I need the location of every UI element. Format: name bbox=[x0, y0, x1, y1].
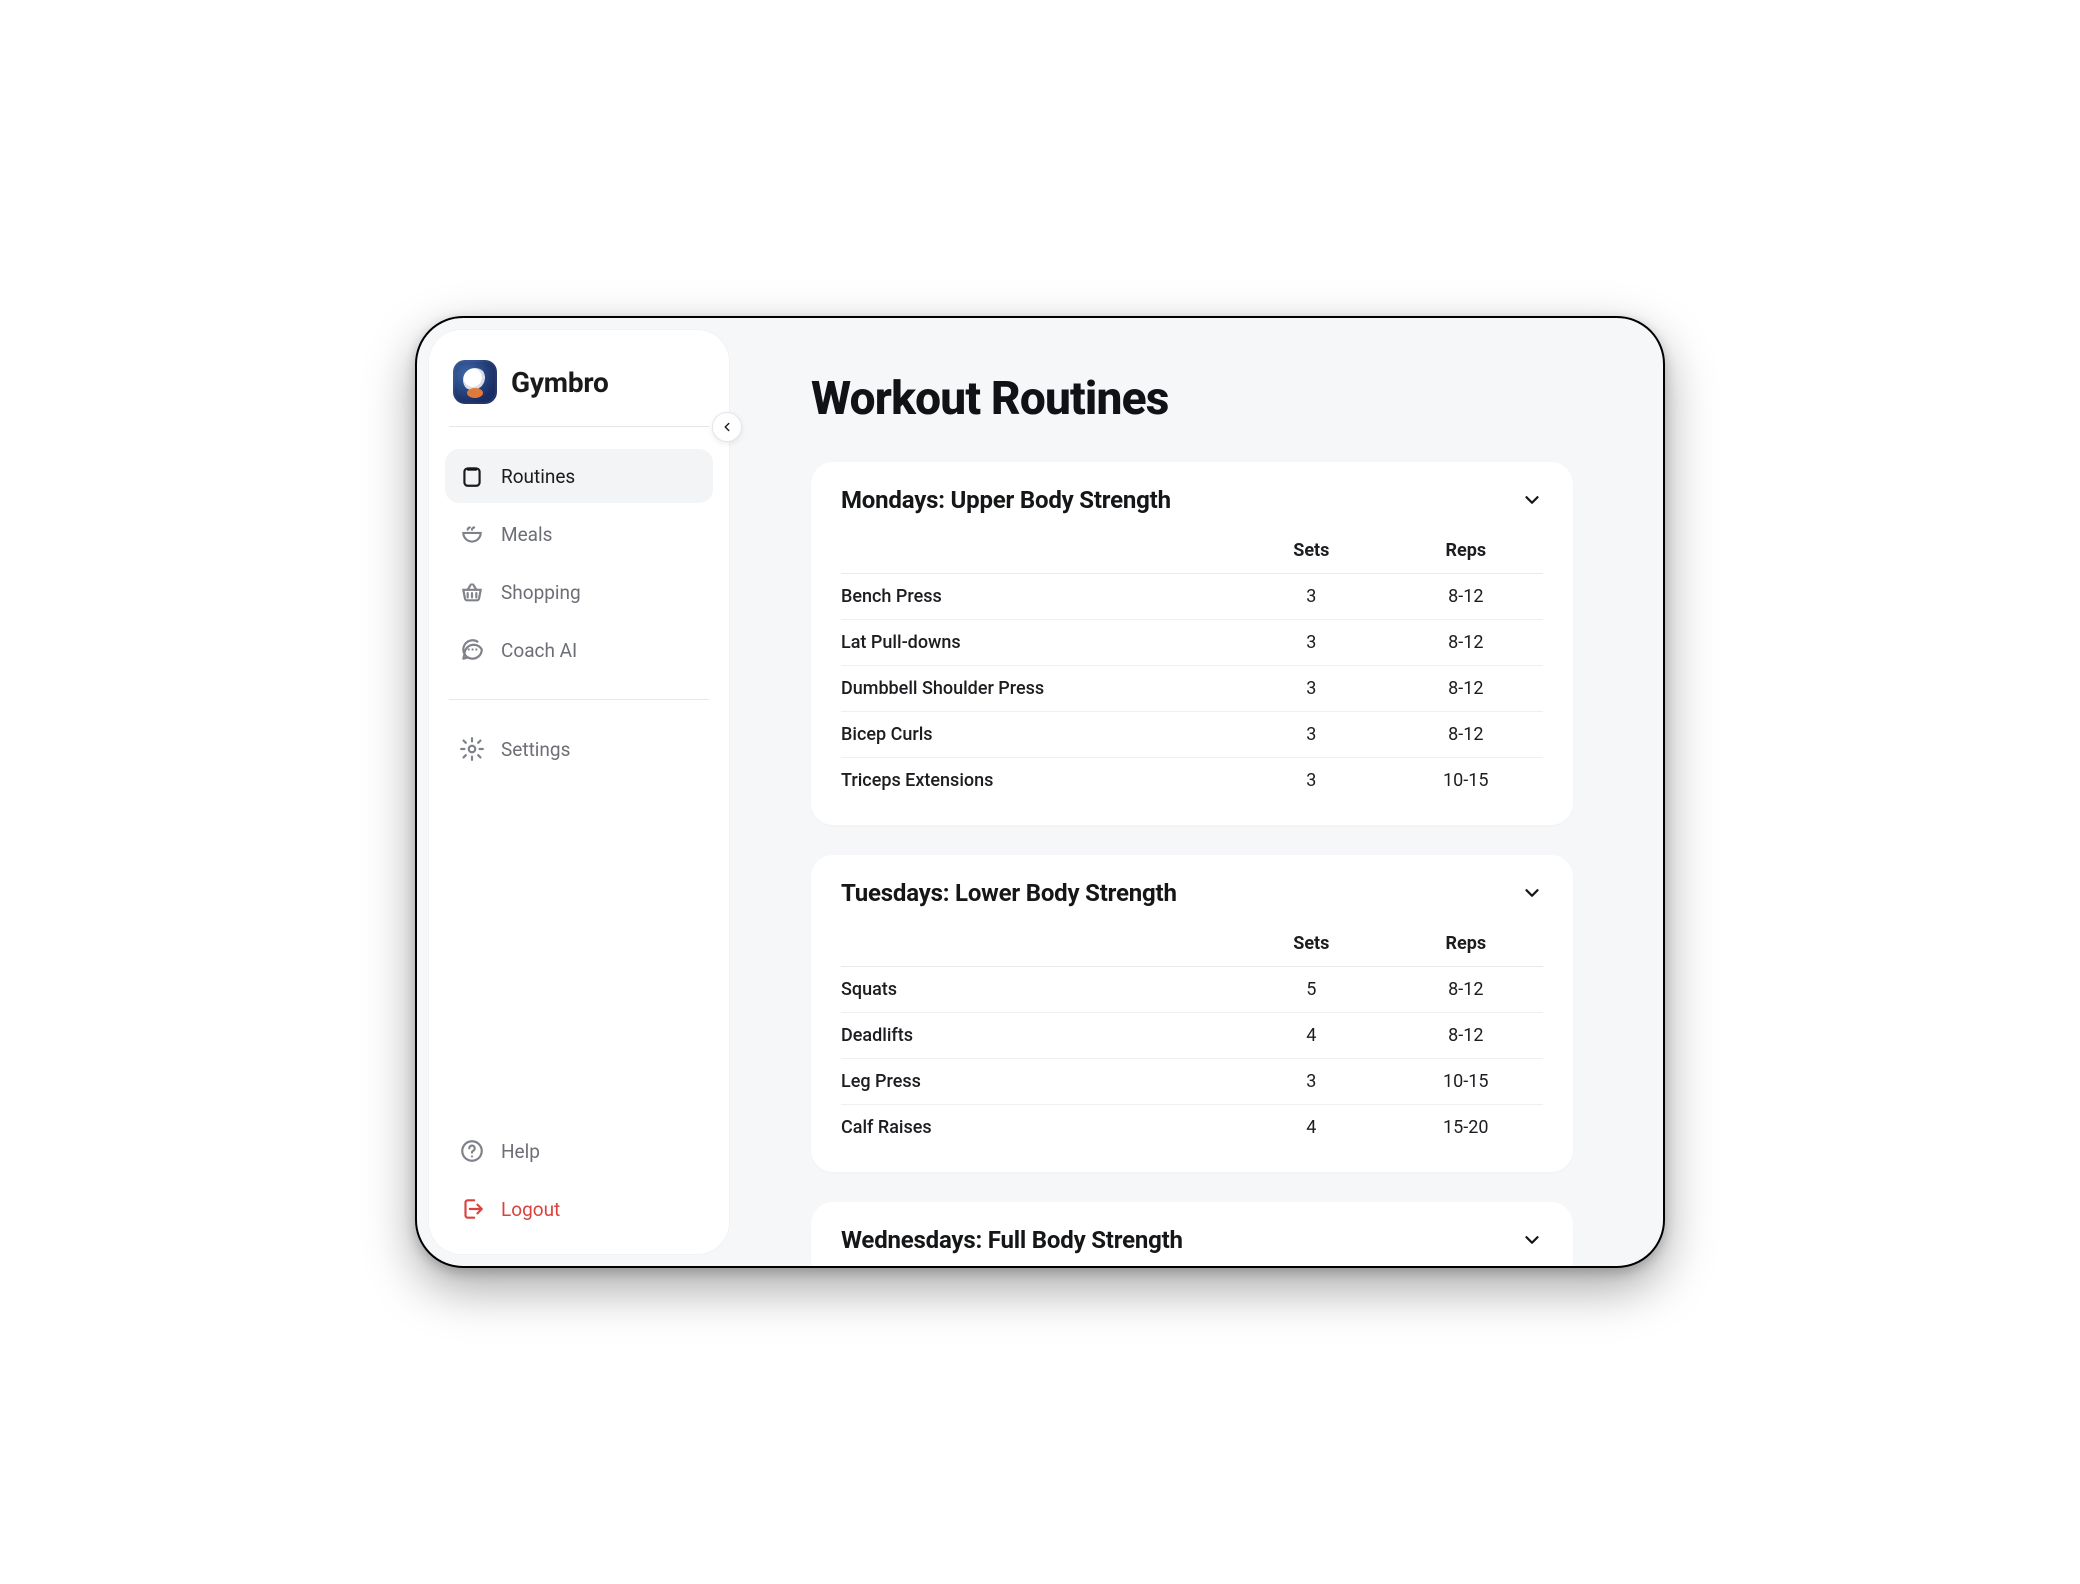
brand-logo bbox=[453, 360, 497, 404]
chat-icon bbox=[459, 637, 485, 663]
table-row: Leg Press 3 10-15 bbox=[841, 1059, 1543, 1105]
table-header-reps: Reps bbox=[1389, 919, 1543, 967]
exercise-sets: 3 bbox=[1234, 574, 1388, 620]
table-row: Bicep Curls 3 8-12 bbox=[841, 712, 1543, 758]
routine-card: Tuesdays: Lower Body Strength Sets Reps … bbox=[811, 855, 1573, 1172]
exercise-reps: 8-12 bbox=[1389, 574, 1543, 620]
sidebar: Gymbro Routines Meals Shopping Coach AI Set… bbox=[429, 330, 729, 1254]
table-row: Dumbbell Shoulder Press 3 8-12 bbox=[841, 666, 1543, 712]
chevron-down-icon bbox=[1521, 489, 1543, 511]
brand: Gymbro bbox=[445, 354, 713, 404]
sidebar-item-help[interactable]: Help bbox=[445, 1124, 713, 1178]
table-row: Lat Pull-downs 3 8-12 bbox=[841, 620, 1543, 666]
routine-title: Tuesdays: Lower Body Strength bbox=[841, 879, 1177, 907]
exercise-name: Dumbbell Shoulder Press bbox=[841, 666, 1234, 712]
routine-card: Wednesdays: Full Body Strength bbox=[811, 1202, 1573, 1266]
table-row: Deadlifts 4 8-12 bbox=[841, 1013, 1543, 1059]
exercise-name: Bench Press bbox=[841, 574, 1234, 620]
sidebar-item-label: Logout bbox=[501, 1198, 560, 1221]
routines-list: Mondays: Upper Body Strength Sets Reps B… bbox=[811, 462, 1573, 1266]
exercise-sets: 4 bbox=[1234, 1013, 1388, 1059]
table-header-reps: Reps bbox=[1389, 526, 1543, 574]
exercise-sets: 3 bbox=[1234, 666, 1388, 712]
exercise-sets: 5 bbox=[1234, 967, 1388, 1013]
exercise-sets: 3 bbox=[1234, 620, 1388, 666]
collapse-sidebar-button[interactable] bbox=[712, 412, 742, 442]
exercise-name: Triceps Extensions bbox=[841, 758, 1234, 804]
nav-main: Routines Meals Shopping Coach AI bbox=[445, 449, 713, 677]
table-row: Calf Raises 4 15-20 bbox=[841, 1105, 1543, 1151]
exercise-reps: 10-15 bbox=[1389, 1059, 1543, 1105]
chevron-down-icon bbox=[1521, 882, 1543, 904]
table-header-name bbox=[841, 919, 1234, 967]
sidebar-item-label: Routines bbox=[501, 465, 575, 488]
exercise-name: Squats bbox=[841, 967, 1234, 1013]
basket-icon bbox=[459, 579, 485, 605]
exercise-reps: 8-12 bbox=[1389, 620, 1543, 666]
exercise-table: Sets Reps Bench Press 3 8-12 Lat Pull-do… bbox=[841, 526, 1543, 803]
exercise-reps: 8-12 bbox=[1389, 1013, 1543, 1059]
exercise-sets: 4 bbox=[1234, 1105, 1388, 1151]
sidebar-item-settings[interactable]: Settings bbox=[445, 722, 713, 776]
table-row: Triceps Extensions 3 10-15 bbox=[841, 758, 1543, 804]
exercise-sets: 3 bbox=[1234, 1059, 1388, 1105]
routine-title: Wednesdays: Full Body Strength bbox=[841, 1226, 1183, 1254]
chevron-left-icon bbox=[720, 420, 734, 434]
sidebar-item-routines[interactable]: Routines bbox=[445, 449, 713, 503]
routine-card-header[interactable]: Mondays: Upper Body Strength bbox=[841, 486, 1543, 520]
table-header-sets: Sets bbox=[1234, 919, 1388, 967]
sidebar-item-label: Shopping bbox=[501, 581, 581, 604]
table-row: Bench Press 3 8-12 bbox=[841, 574, 1543, 620]
routine-card-header[interactable]: Tuesdays: Lower Body Strength bbox=[841, 879, 1543, 913]
page-title: Workout Routines bbox=[811, 372, 1573, 426]
help-icon bbox=[459, 1138, 485, 1164]
exercise-sets: 3 bbox=[1234, 758, 1388, 804]
chevron-down-icon bbox=[1521, 1229, 1543, 1251]
brand-name: Gymbro bbox=[511, 366, 609, 399]
nav-secondary: Settings bbox=[445, 722, 713, 776]
routine-card: Mondays: Upper Body Strength Sets Reps B… bbox=[811, 462, 1573, 825]
sidebar-item-label: Help bbox=[501, 1140, 540, 1163]
gear-icon bbox=[459, 736, 485, 762]
table-header-sets: Sets bbox=[1234, 526, 1388, 574]
exercise-name: Leg Press bbox=[841, 1059, 1234, 1105]
table-row: Squats 5 8-12 bbox=[841, 967, 1543, 1013]
nav-footer: Help Logout bbox=[445, 1124, 713, 1236]
bowl-icon bbox=[459, 521, 485, 547]
exercise-sets: 3 bbox=[1234, 712, 1388, 758]
routine-title: Mondays: Upper Body Strength bbox=[841, 486, 1171, 514]
exercise-name: Bicep Curls bbox=[841, 712, 1234, 758]
sidebar-item-shopping[interactable]: Shopping bbox=[445, 565, 713, 619]
exercise-name: Deadlifts bbox=[841, 1013, 1234, 1059]
sidebar-item-coach-ai[interactable]: Coach AI bbox=[445, 623, 713, 677]
logout-icon bbox=[459, 1196, 485, 1222]
exercise-reps: 8-12 bbox=[1389, 666, 1543, 712]
exercise-reps: 10-15 bbox=[1389, 758, 1543, 804]
exercise-reps: 15-20 bbox=[1389, 1105, 1543, 1151]
sidebar-item-meals[interactable]: Meals bbox=[445, 507, 713, 561]
table-header-name bbox=[841, 526, 1234, 574]
sidebar-item-label: Settings bbox=[501, 738, 570, 761]
sidebar-item-label: Coach AI bbox=[501, 639, 577, 662]
app-frame: Gymbro Routines Meals Shopping Coach AI Set… bbox=[415, 316, 1665, 1268]
clipboard-icon bbox=[459, 463, 485, 489]
sidebar-item-label: Meals bbox=[501, 523, 552, 546]
exercise-reps: 8-12 bbox=[1389, 967, 1543, 1013]
exercise-reps: 8-12 bbox=[1389, 712, 1543, 758]
sidebar-item-logout[interactable]: Logout bbox=[445, 1182, 713, 1236]
exercise-table: Sets Reps Squats 5 8-12 Deadlifts 4 8-12… bbox=[841, 919, 1543, 1150]
divider bbox=[449, 699, 709, 700]
exercise-name: Lat Pull-downs bbox=[841, 620, 1234, 666]
routine-card-header[interactable]: Wednesdays: Full Body Strength bbox=[841, 1226, 1543, 1260]
main-content: Workout Routines Mondays: Upper Body Str… bbox=[741, 318, 1663, 1266]
divider bbox=[449, 426, 709, 427]
exercise-name: Calf Raises bbox=[841, 1105, 1234, 1151]
